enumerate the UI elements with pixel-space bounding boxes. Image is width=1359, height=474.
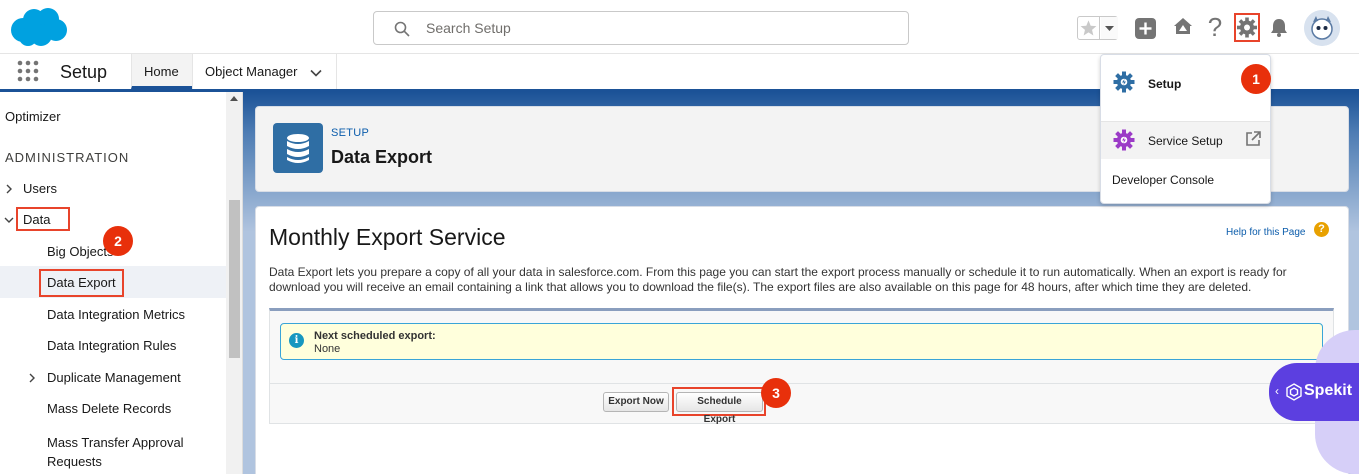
sidebar-item-optimizer[interactable]: Optimizer [5,109,61,124]
sidebar-item-data-export[interactable]: Data Export [47,275,116,290]
tab-home[interactable]: Home [131,54,192,89]
tab-object-manager[interactable]: Object Manager [192,54,337,89]
chevron-right-icon[interactable] [27,373,37,383]
scroll-up-arrow-icon[interactable] [230,96,238,101]
chevron-down-icon[interactable] [4,215,14,225]
step-badge-1: 1 [1241,64,1271,94]
gear-icon [1237,17,1257,38]
next-export-value: None [314,343,341,355]
app-launcher-icon[interactable] [17,60,39,82]
search-box[interactable] [373,11,909,45]
setup-gear-icon [1113,71,1135,93]
step-badge-2: 2 [103,226,133,256]
sidebar-item-mass-transfer-approval-requests[interactable]: Mass Transfer Approval Requests [47,433,207,471]
menu-item-service-setup[interactable]: Service Setup [1148,134,1223,148]
global-actions-button[interactable] [1135,18,1156,39]
card-title: Monthly Export Service [269,224,506,250]
help-question-icon[interactable]: ? [1314,222,1329,237]
info-icon: i [289,333,304,348]
open-in-new-window-icon[interactable] [1244,130,1262,148]
menu-item-setup[interactable]: Setup [1148,77,1181,91]
sidebar-item-users[interactable]: Users [23,181,57,196]
schedule-export-button[interactable]: Schedule Export [676,392,763,425]
tab-object-manager-label: Object Manager [205,64,298,79]
page-header-icon-tile [273,123,323,173]
page-header-eyebrow: SETUP [331,127,370,139]
sidebar-item-data-integration-rules[interactable]: Data Integration Rules [47,338,176,353]
global-header: ? [0,0,1359,54]
app-name: Setup [60,62,108,82]
export-card: Monthly Export Service Help for this Pag… [255,206,1349,474]
caret-down-icon[interactable] [1101,17,1118,39]
sidebar-item-data-integration-metrics[interactable]: Data Integration Metrics [47,307,185,322]
menu-item-developer-console[interactable]: Developer Console [1112,173,1214,187]
search-icon [394,21,410,37]
scrollbar-thumb[interactable] [229,200,240,358]
setup-gear-button[interactable] [1234,13,1260,42]
card-description: Data Export lets you prepare a copy of a… [269,265,1287,294]
salesforce-logo[interactable] [8,5,68,49]
export-now-button[interactable]: Export Now [603,392,669,412]
plus-icon [1139,22,1152,35]
search-input[interactable] [426,12,886,44]
step-badge-3: 3 [761,378,791,408]
trailhead-icon[interactable] [1172,16,1194,38]
sidebar-item-mass-delete-records[interactable]: Mass Delete Records [47,401,171,416]
export-panel: i Next scheduled export: None Export Now… [269,308,1334,425]
star-icon[interactable] [1078,17,1100,39]
next-export-label: Next scheduled export: [314,330,436,342]
user-avatar[interactable] [1304,10,1340,46]
button-row: Export Now Schedule Export [270,383,1333,425]
notifications-bell-icon[interactable] [1268,16,1290,38]
sidebar-scrollbar[interactable] [226,92,242,474]
sidebar-section-administration: ADMINISTRATION [5,150,130,165]
spekit-collapse-arrow-icon[interactable]: ‹ [1275,384,1279,398]
help-button[interactable]: ? [1205,13,1225,41]
sidebar-item-duplicate-management[interactable]: Duplicate Management [47,370,181,385]
database-icon [287,134,309,163]
setup-sidebar: Optimizer ADMINISTRATION Users Data Big … [0,92,243,474]
chevron-right-icon[interactable] [4,184,14,194]
service-setup-gear-icon [1113,129,1135,151]
spekit-logo-icon [1286,383,1302,401]
chevron-down-icon[interactable] [310,67,322,79]
astro-avatar-icon [1304,10,1340,46]
sidebar-item-data[interactable]: Data [23,212,50,227]
help-for-this-page-link[interactable]: Help for this Page [1226,227,1306,238]
spekit-widget-tab[interactable]: ‹ Spekit [1269,363,1359,421]
next-export-info-box: i Next scheduled export: None [280,323,1323,360]
favorites-button[interactable] [1077,16,1118,40]
page-title: Data Export [331,147,433,167]
spekit-label: Spekit [1304,382,1353,399]
